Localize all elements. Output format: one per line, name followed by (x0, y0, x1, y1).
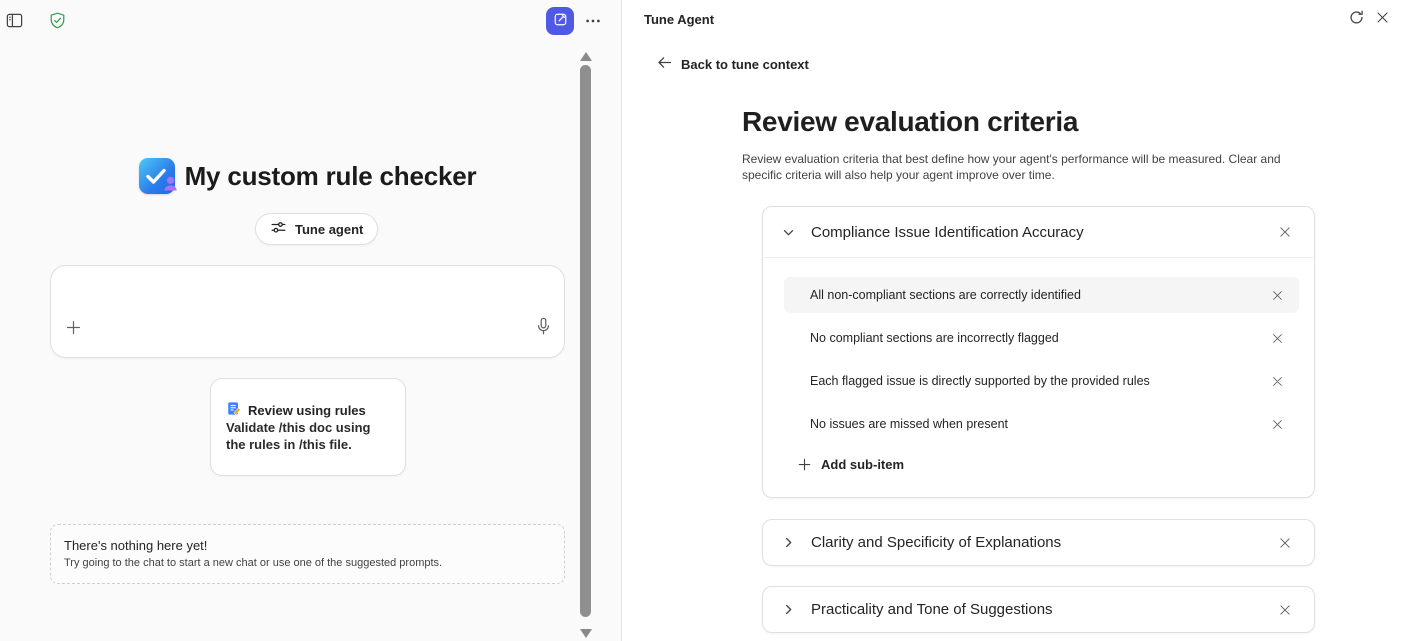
more-options-button[interactable] (579, 8, 607, 36)
chat-panel: My custom rule checker Tune agent Review… (0, 0, 622, 641)
shield-check-icon (48, 11, 67, 33)
close-icon (1272, 376, 1282, 386)
criteria-title: Clarity and Specificity of Explanations (811, 534, 1062, 551)
refresh-button[interactable] (1342, 5, 1370, 33)
plus-icon (65, 319, 82, 339)
sub-item-row[interactable]: No compliant sections are incorrectly fl… (784, 320, 1299, 356)
remove-criteria-button[interactable] (1272, 597, 1298, 623)
tune-agent-label: Tune agent (295, 221, 364, 237)
chevron-right-icon (781, 603, 795, 616)
scroll-down-arrow[interactable] (580, 629, 592, 638)
agent-avatar (138, 158, 177, 194)
page-title: Review evaluation criteria (742, 106, 1079, 137)
ellipsis-icon (584, 12, 602, 33)
app-window: My custom rule checker Tune agent Review… (0, 0, 1402, 641)
chat-scrollbar (579, 44, 593, 641)
criteria-title: Practicality and Tone of Suggestions (811, 601, 1053, 618)
close-icon (1272, 290, 1282, 300)
new-chat-button[interactable] (546, 7, 574, 35)
sidebar-toggle-button[interactable] (0, 8, 28, 36)
memo-icon (226, 401, 241, 419)
sub-item-text: No compliant sections are incorrectly fl… (810, 331, 1059, 345)
close-panel-button[interactable] (1368, 5, 1396, 33)
person-icon (162, 175, 179, 197)
suggested-prompt-title: Review using rules (248, 402, 366, 418)
back-to-tune-context-link[interactable]: Back to tune context (652, 50, 813, 78)
attach-button[interactable] (59, 315, 87, 343)
scrollbar-thumb[interactable] (580, 65, 591, 617)
scroll-up-arrow[interactable] (580, 52, 592, 61)
remove-sub-item-button[interactable] (1265, 369, 1289, 393)
panel-title: Tune Agent (644, 12, 715, 27)
refresh-icon (1348, 9, 1365, 29)
close-icon (1280, 227, 1290, 237)
chevron-down-icon (781, 226, 795, 239)
add-sub-item-label: Add sub-item (821, 457, 905, 472)
tune-agent-panel: Tune Agent Back to tune context Review e… (622, 0, 1402, 641)
criteria-header-toggle[interactable]: Practicality and Tone of Suggestions (763, 587, 1314, 632)
agent-header: My custom rule checker (0, 158, 615, 194)
microphone-icon (536, 317, 551, 339)
tune-agent-button[interactable]: Tune agent (255, 213, 379, 245)
page-description: Review evaluation criteria that best def… (742, 152, 1281, 182)
add-sub-item-button[interactable]: Add sub-item (795, 455, 906, 474)
back-arrow-icon (656, 54, 673, 74)
criteria-card: Practicality and Tone of Suggestions (762, 586, 1315, 633)
back-link-label: Back to tune context (681, 56, 809, 72)
criteria-card: Clarity and Specificity of Explanations (762, 519, 1315, 566)
remove-criteria-button[interactable] (1272, 219, 1298, 245)
plus-icon (797, 457, 812, 472)
remove-sub-item-button[interactable] (1265, 283, 1289, 307)
close-icon (1280, 537, 1290, 548)
remove-criteria-button[interactable] (1272, 530, 1298, 556)
remove-sub-item-button[interactable] (1265, 412, 1289, 436)
sub-item-text: All non-compliant sections are correctly… (810, 288, 1081, 302)
compose-icon (553, 12, 568, 30)
suggested-prompt-body: Validate /this doc using the rules in /t… (226, 420, 371, 452)
security-status-button[interactable] (43, 8, 71, 36)
criteria-header-toggle[interactable]: Clarity and Specificity of Explanations (763, 520, 1314, 565)
close-icon (1375, 10, 1390, 28)
chevron-right-icon (781, 536, 795, 549)
sub-item-row[interactable]: Each flagged issue is directly supported… (784, 363, 1299, 399)
sub-item-text: Each flagged issue is directly supported… (810, 374, 1150, 388)
sub-item-row[interactable]: All non-compliant sections are correctly… (784, 277, 1299, 313)
sub-item-text: No issues are missed when present (810, 417, 1009, 431)
criteria-sub-items: All non-compliant sections are correctly… (763, 258, 1314, 474)
close-icon (1272, 419, 1282, 429)
microphone-button[interactable] (529, 314, 557, 342)
close-icon (1272, 333, 1282, 343)
empty-state-subtitle: Try going to the chat to start a new cha… (64, 557, 443, 569)
criteria-title: Compliance Issue Identification Accuracy (811, 223, 1084, 241)
remove-sub-item-button[interactable] (1265, 326, 1289, 350)
suggested-prompt-card[interactable]: Review using rules Validate /this doc us… (210, 378, 406, 476)
agent-title: My custom rule checker (184, 160, 477, 191)
criteria-card: Compliance Issue Identification Accuracy… (762, 206, 1315, 498)
empty-state-title: There's nothing here yet! (64, 538, 208, 553)
sub-item-row[interactable]: No issues are missed when present (784, 406, 1299, 442)
criteria-header-toggle[interactable]: Compliance Issue Identification Accuracy (763, 207, 1314, 257)
empty-state-banner: There's nothing here yet! Try going to t… (50, 524, 565, 584)
sliders-icon (270, 219, 287, 239)
close-icon (1280, 604, 1290, 615)
sidebar-toggle-icon (5, 11, 24, 33)
chat-input[interactable] (50, 265, 565, 358)
